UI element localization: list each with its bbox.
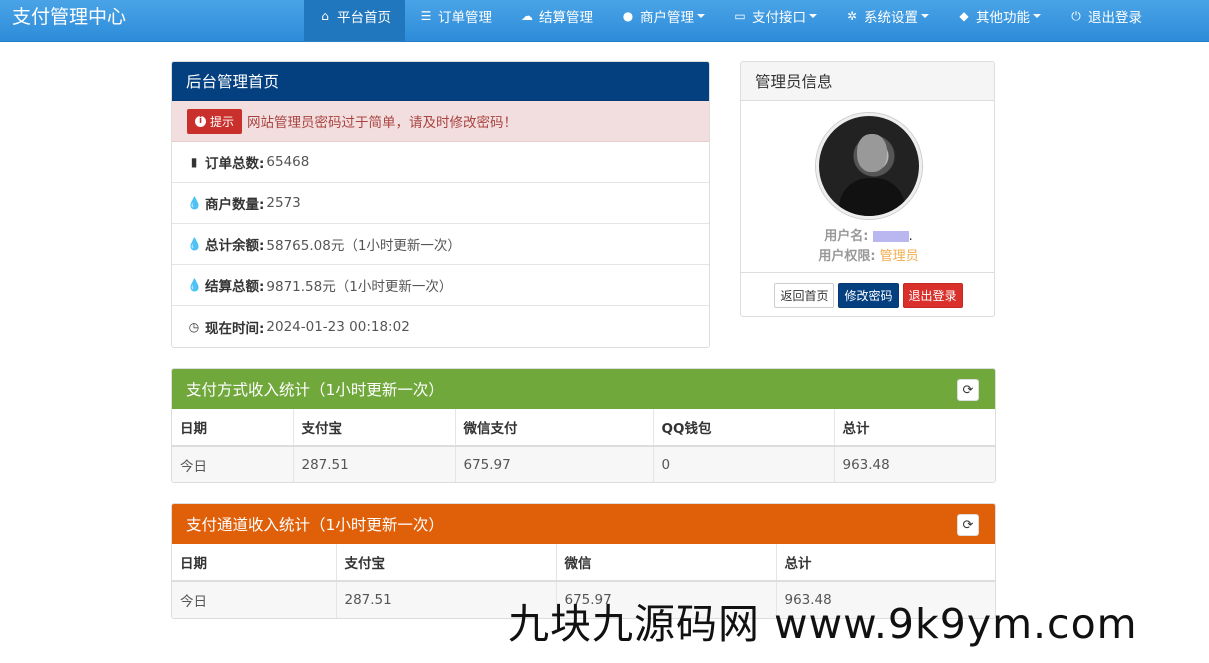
- username-redacted: [872, 231, 909, 242]
- nav-item-payment-api[interactable]: ▭ 支付接口: [719, 0, 831, 32]
- nav-label: 订单管理: [438, 10, 492, 26]
- bar-chart-icon: ▮: [190, 155, 198, 169]
- drop-icon: 💧: [187, 237, 202, 251]
- col-alipay: 支付宝: [293, 409, 456, 447]
- username-label: 用户名:: [824, 229, 869, 244]
- col-alipay: 支付宝: [336, 544, 557, 582]
- stat-total-balance: 💧 总计余额: 58765.08元（1小时更新一次）: [172, 224, 709, 265]
- logout-button[interactable]: 退出登录: [902, 282, 963, 308]
- payment-method-stats-title: 支付方式收入统计（1小时更新一次）: [172, 369, 995, 409]
- avatar-body-shape: [839, 178, 905, 216]
- brand-title[interactable]: 支付管理中心: [12, 6, 126, 28]
- payment-method-table: 日期 支付宝 微信支付 QQ钱包 总计 今日 287.51 675.97 0 9…: [172, 409, 995, 482]
- stat-label: 商户数量:: [205, 197, 265, 213]
- payment-channel-stats-title: 支付通道收入统计（1小时更新一次）: [172, 504, 995, 544]
- nav-item-other[interactable]: ◆ 其他功能: [943, 0, 1055, 32]
- nav-item-platform-home[interactable]: ⌂ 平台首页: [304, 0, 405, 41]
- card-icon: ▭: [734, 9, 746, 23]
- nav-label: 支付接口: [752, 10, 806, 26]
- table-header-row: 日期 支付宝 微信支付 QQ钱包 总计: [172, 409, 995, 447]
- admin-actions: 返回首页 修改密码 退出登录: [741, 272, 994, 316]
- drop-icon: 💧: [187, 196, 202, 210]
- col-date: 日期: [172, 409, 294, 447]
- drop-icon: 💧: [187, 278, 202, 292]
- nav-label: 系统设置: [864, 10, 918, 26]
- stat-label: 订单总数:: [205, 156, 265, 172]
- nav-label: 退出登录: [1088, 10, 1142, 26]
- nav-label: 其他功能: [976, 10, 1030, 26]
- refresh-icon[interactable]: ⟳: [957, 379, 979, 401]
- power-icon: ⏻: [1071, 8, 1081, 23]
- cell-date: 今日: [172, 581, 337, 618]
- top-navbar: 支付管理中心 ⌂ 平台首页 ☰ 订单管理 ☁ 结算管理 ● 商户管理 ▭ 支付接…: [0, 0, 1209, 42]
- gear-icon: ✲: [846, 9, 858, 23]
- stat-label: 结算总额:: [205, 279, 265, 295]
- chevron-down-icon: [809, 14, 817, 18]
- nav-item-system-settings[interactable]: ✲ 系统设置: [831, 0, 943, 32]
- tip-badge-label: 提示: [210, 114, 235, 129]
- table-header-row: 日期 支付宝 微信 总计: [172, 544, 995, 582]
- nav-item-settlement[interactable]: ☁ 结算管理: [506, 0, 607, 32]
- chevron-down-icon: [921, 14, 929, 18]
- col-wechat: 微信: [556, 544, 777, 582]
- stat-value: 2024-01-23 00:18:02: [266, 318, 410, 335]
- admin-info-panel: 管理员信息 用户名: . 用户权限: 管理员 返回首页 修改密码 退出登录: [740, 61, 995, 317]
- stat-settlement-total: 💧 结算总额: 9871.58元（1小时更新一次）: [172, 265, 709, 306]
- change-password-button[interactable]: 修改密码: [838, 282, 899, 308]
- role-line: 用户权限: 管理员: [741, 245, 994, 264]
- nav-label: 平台首页: [337, 10, 391, 26]
- stat-merchant-count: 💧 商户数量: 2573: [172, 183, 709, 224]
- home-panel: 后台管理首页 i 提示 网站管理员密码过于简单，请及时修改密码！ ▮ 订单总数:…: [171, 61, 710, 348]
- table-row: 今日 287.51 675.97 0 963.48: [172, 446, 995, 482]
- admin-panel-title: 管理员信息: [741, 62, 994, 101]
- refresh-icon[interactable]: ⟳: [957, 514, 979, 536]
- stat-label: 现在时间:: [205, 320, 265, 337]
- user-icon: ●: [622, 9, 634, 23]
- watermark-text: 九块九源码网 www.9k9ym.com: [508, 600, 1138, 648]
- cell-total: 963.48: [834, 446, 995, 482]
- col-total: 总计: [776, 544, 995, 582]
- main-nav: ⌂ 平台首页 ☰ 订单管理 ☁ 结算管理 ● 商户管理 ▭ 支付接口 ✲ 系统设…: [304, 0, 1156, 42]
- alert-text: 网站管理员密码过于简单，请及时修改密码！: [247, 115, 518, 131]
- cell-date: 今日: [172, 446, 294, 482]
- stat-value: 58765.08元（1小时更新一次）: [266, 238, 461, 254]
- stat-value: 2573: [266, 195, 301, 211]
- avatar-head-shape: [857, 134, 887, 172]
- back-home-button[interactable]: 返回首页: [774, 282, 835, 308]
- tip-badge: i 提示: [187, 108, 243, 134]
- col-qq: QQ钱包: [653, 409, 835, 447]
- stat-value: 65468: [266, 154, 310, 170]
- home-panel-title: 后台管理首页: [172, 62, 709, 101]
- username-suffix: .: [908, 229, 913, 244]
- col-date: 日期: [172, 544, 337, 582]
- cell-wechat: 675.97: [455, 446, 654, 482]
- list-icon: ☰: [420, 9, 432, 23]
- nav-item-merchants[interactable]: ● 商户管理: [607, 0, 719, 32]
- role-label: 用户权限:: [818, 249, 876, 264]
- nav-label: 商户管理: [640, 10, 694, 26]
- cell-alipay: 287.51: [293, 446, 456, 482]
- cube-icon: ◆: [959, 9, 969, 23]
- chevron-down-icon: [1033, 14, 1041, 18]
- info-icon: i: [195, 115, 206, 127]
- role-value: 管理员: [879, 249, 919, 264]
- stat-label: 总计余额:: [205, 238, 265, 254]
- chevron-down-icon: [697, 14, 705, 18]
- nav-label: 结算管理: [539, 10, 593, 26]
- cloud-icon: ☁: [521, 9, 533, 23]
- password-alert: i 提示 网站管理员密码过于简单，请及时修改密码！: [172, 101, 709, 142]
- home-icon: ⌂: [321, 9, 329, 23]
- stat-value: 9871.58元（1小时更新一次）: [266, 279, 453, 295]
- payment-method-stats-panel: 支付方式收入统计（1小时更新一次） ⟳ 日期 支付宝 微信支付 QQ钱包 总计 …: [171, 368, 996, 483]
- username-line: 用户名: .: [741, 225, 994, 244]
- avatar: [816, 113, 922, 219]
- stat-order-count: ▮ 订单总数: 65468: [172, 142, 709, 183]
- clock-icon: ◷: [188, 319, 200, 334]
- col-total: 总计: [834, 409, 995, 447]
- nav-item-orders[interactable]: ☰ 订单管理: [405, 0, 506, 32]
- nav-item-logout[interactable]: ⏻ 退出登录: [1055, 0, 1156, 32]
- col-wechat: 微信支付: [455, 409, 654, 447]
- cell-qq: 0: [653, 446, 835, 482]
- stat-current-time: ◷ 现在时间: 2024-01-23 00:18:02: [172, 306, 709, 347]
